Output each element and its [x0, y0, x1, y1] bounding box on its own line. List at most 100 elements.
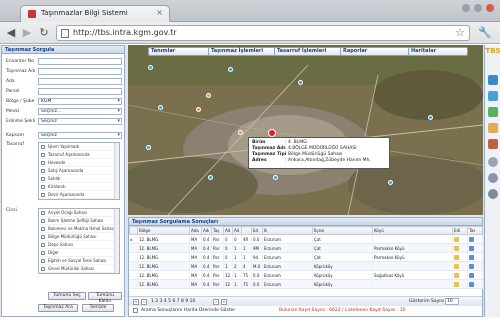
list-scrollbar[interactable] — [114, 143, 119, 199]
measure-icon[interactable] — [488, 139, 498, 149]
map-marker-icon[interactable] — [148, 65, 153, 70]
column-header[interactable]: Köyü — [372, 226, 453, 235]
info-icon[interactable] — [488, 91, 498, 101]
show-on-map-checkbox[interactable] — [133, 308, 138, 313]
column-header[interactable] — [129, 226, 138, 235]
selected-marker-icon[interactable] — [268, 129, 276, 137]
window-maximize-button[interactable] — [474, 4, 482, 12]
table-row[interactable]: 12. BLMG. MA 0.4 Par 12 1 75 0.0 Erzurum Köprüköy — [129, 279, 483, 289]
checkbox[interactable] — [41, 185, 45, 189]
map-marker-icon[interactable] — [388, 180, 393, 185]
forward-arrow-icon[interactable]: ▶ — [20, 26, 34, 40]
pan-hand-icon[interactable] — [488, 123, 498, 133]
zoom-icon[interactable] — [488, 107, 498, 117]
list-item[interactable]: Arıyet Ocağı Sahası — [39, 209, 119, 217]
window-close-button[interactable] — [486, 4, 494, 12]
cinsi-list[interactable]: Arıyet Ocağı Sahası Balım İşletme Şefliğ… — [38, 208, 120, 274]
last-page-icon[interactable]: » — [221, 299, 227, 305]
list-item[interactable]: Satıldı — [39, 175, 119, 183]
detail-icon[interactable] — [469, 254, 474, 260]
map-marker-icon[interactable] — [158, 105, 163, 110]
detail-icon[interactable] — [469, 263, 474, 269]
close-tab-icon[interactable]: × — [156, 8, 163, 17]
checkbox[interactable] — [41, 243, 45, 247]
checkbox[interactable] — [41, 177, 45, 181]
column-header[interactable]: Ada — [189, 226, 202, 235]
list-item[interactable]: Bölge Müdürlüğü Sahası — [39, 233, 119, 241]
detail-icon[interactable] — [469, 281, 474, 287]
prev-page-icon[interactable]: ‹ — [141, 299, 147, 305]
detail-icon[interactable] — [469, 272, 474, 278]
list-item[interactable]: Hevesde — [39, 159, 119, 167]
envanter-no-input[interactable] — [38, 58, 122, 65]
checkbox[interactable] — [41, 169, 45, 173]
column-header[interactable]: Taş — [211, 226, 224, 235]
checkbox[interactable] — [41, 227, 45, 231]
parsel-input[interactable] — [38, 88, 122, 95]
column-header[interactable]: Edi — [452, 226, 468, 235]
list-item[interactable]: Kiralandı — [39, 183, 119, 191]
map-marker-icon[interactable] — [228, 67, 233, 72]
back-arrow-icon[interactable]: ◀ — [4, 26, 18, 40]
edinme-sekli-select[interactable]: Seçiniz — [38, 118, 122, 125]
column-header[interactable]: İlçesi — [312, 226, 373, 235]
ada-input[interactable] — [38, 78, 122, 85]
mevki-select[interactable]: Seçiniz... — [38, 108, 122, 115]
list-item[interactable]: Depo Sahası — [39, 241, 119, 249]
list-item[interactable]: Eğitim ve Sosyal Tesis Sahası — [39, 257, 119, 265]
list-item[interactable]: Genel Müdürlük Sahası — [39, 265, 119, 273]
url-text[interactable]: http://tbs.intra.kgm.gov.tr — [73, 28, 177, 37]
list-item[interactable]: Balım İşletme Şefliği Sahası — [39, 217, 119, 225]
detail-icon[interactable] — [469, 236, 474, 242]
detail-icon[interactable] — [469, 245, 474, 251]
map-marker-icon[interactable] — [298, 80, 303, 85]
table-row[interactable]: ▸ 12. BLMG. MA 0.4 Par 0 0 4R 0.0 Erzurum Çat — [129, 234, 483, 244]
edit-icon[interactable] — [454, 281, 459, 287]
table-row[interactable]: 12. BLMG. MA 0.4 Par 0 1 1 9M Erzurum Çat Parmakso… — [129, 243, 483, 253]
column-header[interactable]: Bölge — [137, 226, 190, 235]
table-row[interactable]: 12. BLMG. MA 0.4 Par 0 1 1 94 Erzurum Çat Parmakso… — [129, 252, 483, 262]
wrench-icon[interactable]: 🔧 — [478, 26, 492, 39]
url-bar[interactable]: http://tbs.intra.kgm.gov.tr ☆ — [56, 25, 470, 41]
browser-tab[interactable]: Taşınmazlar Bilgi Sistemi × — [20, 5, 170, 22]
list-item[interactable]: Tasarruf Aşamasında — [39, 151, 119, 159]
window-minimize-button[interactable] — [462, 4, 470, 12]
clean-button[interactable]: Temizle — [82, 304, 114, 312]
page-size-input[interactable]: 10 — [445, 298, 459, 305]
map-marker-icon[interactable] — [206, 93, 211, 98]
checkbox[interactable] — [41, 235, 45, 239]
clear-all-button[interactable]: Tümünü Kaldır — [88, 292, 122, 304]
checkbox[interactable] — [41, 259, 45, 263]
search-button[interactable]: Taşınmaz Ara — [38, 304, 78, 312]
edit-icon[interactable] — [454, 272, 459, 278]
satellite-map[interactable] — [128, 45, 483, 215]
menu-tasinmaz-islemleri[interactable]: Taşınmaz İşlemleri — [208, 47, 284, 56]
column-header[interactable]: Tas — [467, 226, 483, 235]
map-marker-icon[interactable] — [238, 130, 243, 135]
column-header[interactable]: Adı — [201, 226, 212, 235]
list-item[interactable]: Bakımevi ve Makina İkmal Sahası — [39, 225, 119, 233]
checkbox[interactable] — [41, 251, 45, 255]
column-header[interactable] — [241, 226, 252, 235]
kapsam-select[interactable]: Seçiniz — [38, 132, 122, 139]
column-header[interactable]: Ili — [262, 226, 313, 235]
select-all-button[interactable]: Tümünü Seç — [48, 292, 86, 300]
map-marker-icon[interactable] — [196, 107, 201, 112]
refresh-icon[interactable] — [488, 157, 498, 167]
column-header[interactable]: Ad — [223, 226, 233, 235]
tasinmaz-adi-input[interactable] — [38, 68, 122, 75]
layers-icon[interactable] — [488, 75, 498, 85]
edit-icon[interactable] — [454, 254, 459, 260]
page-numbers[interactable]: 1 2 3 4 5 6 7 8 9 10 — [151, 299, 195, 304]
settings-icon[interactable] — [488, 189, 498, 199]
checkbox[interactable] — [41, 267, 45, 271]
map-marker-icon[interactable] — [208, 175, 213, 180]
checkbox[interactable] — [41, 153, 45, 157]
menu-tasarruf-islemleri[interactable]: Tasarruf İşlemleri — [274, 47, 346, 56]
menu-haritalar[interactable]: Haritalar — [408, 47, 468, 56]
checkbox[interactable] — [41, 219, 45, 223]
map-marker-icon[interactable] — [146, 145, 151, 150]
map-marker-icon[interactable] — [273, 175, 278, 180]
edit-icon[interactable] — [454, 245, 459, 251]
first-page-icon[interactable]: « — [133, 299, 139, 305]
